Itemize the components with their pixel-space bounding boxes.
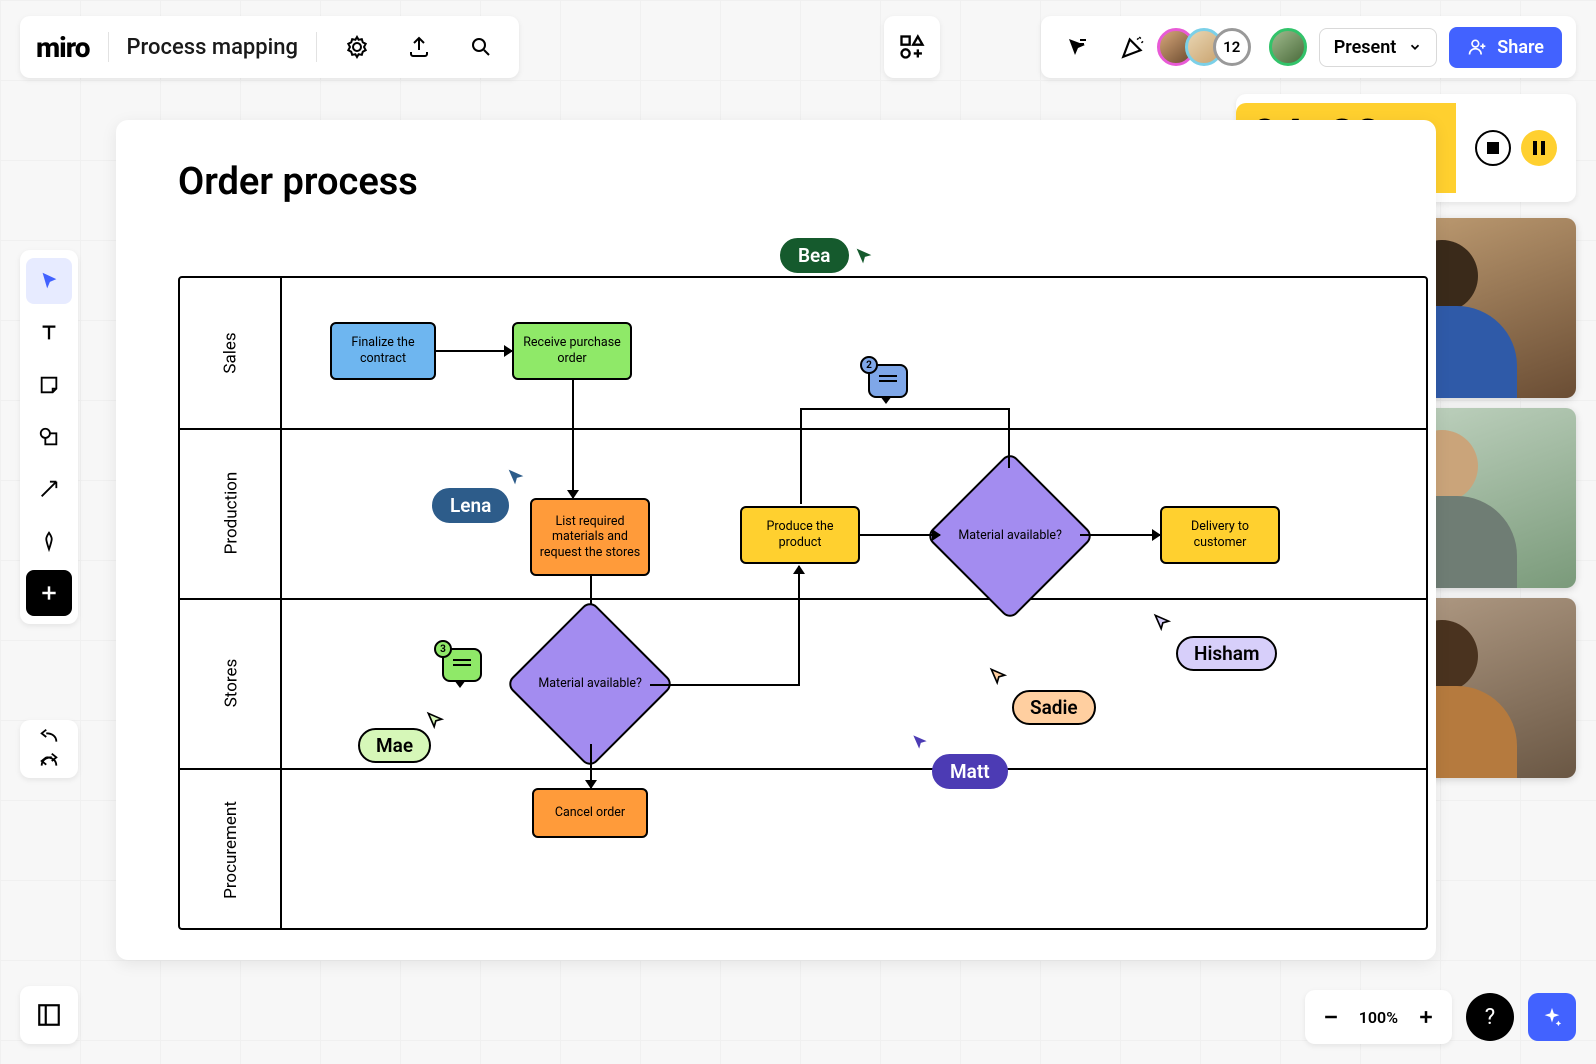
panel-icon <box>36 1002 62 1028</box>
lane-label: Procurement <box>221 801 241 899</box>
node-finalize-contract[interactable]: Finalize the contract <box>330 322 436 380</box>
user-cursor-mae: Mae <box>358 728 431 763</box>
export-button[interactable] <box>397 25 441 69</box>
pen-icon <box>38 530 60 552</box>
share-label: Share <box>1497 37 1544 58</box>
board-title[interactable]: Process mapping <box>127 35 298 60</box>
cursor-lines-icon <box>1065 35 1089 59</box>
search-button[interactable] <box>459 25 503 69</box>
user-cursor-hisham: Hisham <box>1176 636 1277 671</box>
board-header: miro Process mapping <box>20 16 519 78</box>
node-receive-po[interactable]: Receive purchase order <box>512 322 632 380</box>
confetti-icon <box>1120 34 1146 60</box>
ai-button[interactable] <box>1528 993 1576 1041</box>
left-toolbar <box>20 250 78 624</box>
cursor-icon <box>988 666 1008 686</box>
settings-button[interactable] <box>335 25 379 69</box>
cursor-chat-button[interactable] <box>1055 25 1099 69</box>
upload-icon <box>407 35 431 59</box>
reactions-button[interactable] <box>1111 25 1155 69</box>
user-cursor-bea: Bea <box>780 238 875 273</box>
redo-icon <box>38 752 60 770</box>
sparkle-icon <box>1541 1006 1563 1028</box>
shape-tool[interactable] <box>26 414 72 460</box>
cursor-icon <box>1152 612 1172 632</box>
undo-button[interactable] <box>38 728 60 746</box>
bottom-right-controls: 100% ? <box>1305 990 1576 1044</box>
user-cursor-lena: Lena <box>432 488 509 523</box>
user-cursor-matt: Matt <box>932 754 1008 789</box>
node-material-decision[interactable]: Material available? <box>925 451 1095 621</box>
stop-icon <box>1487 142 1499 154</box>
redo-button[interactable] <box>38 752 60 770</box>
share-button[interactable]: Share <box>1449 27 1562 68</box>
question-icon: ? <box>1485 1005 1495 1030</box>
zoom-percent[interactable]: 100% <box>1359 1008 1398 1027</box>
timer-stop-button[interactable] <box>1475 130 1511 166</box>
node-cancel-order[interactable]: Cancel order <box>532 788 648 838</box>
apps-button[interactable] <box>884 16 940 78</box>
search-icon <box>469 35 493 59</box>
user-plus-icon <box>1467 37 1487 57</box>
shape-icon <box>38 426 60 448</box>
collaborator-avatars[interactable]: 12 <box>1167 28 1251 66</box>
plus-icon <box>39 583 59 603</box>
chevron-down-icon <box>1408 40 1422 54</box>
arrow-icon <box>38 478 60 500</box>
shapes-plus-icon <box>898 33 926 61</box>
app-logo[interactable]: miro <box>36 31 90 64</box>
present-label: Present <box>1334 37 1397 58</box>
pointer-icon <box>38 270 60 292</box>
select-tool[interactable] <box>26 258 72 304</box>
help-button[interactable]: ? <box>1466 993 1514 1041</box>
text-tool[interactable] <box>26 310 72 356</box>
history-toolbar <box>20 720 78 778</box>
timer-pause-button[interactable] <box>1521 130 1557 166</box>
cursor-icon <box>910 732 930 752</box>
lane-label: Sales <box>221 332 241 373</box>
sticky-note-icon <box>38 374 60 396</box>
cursor-icon <box>425 710 445 730</box>
frame-title: Order process <box>178 160 418 204</box>
gear-icon <box>345 35 369 59</box>
text-icon <box>38 322 60 344</box>
add-tool[interactable] <box>26 570 72 616</box>
canvas-frame[interactable]: Order process Sales Production Stores Pr… <box>116 120 1436 960</box>
lane-label: Stores <box>221 659 241 708</box>
node-list-materials[interactable]: List required materials and request the … <box>530 498 650 576</box>
lane-label: Production <box>221 472 241 555</box>
cursor-icon <box>505 466 527 488</box>
comment-thread[interactable]: 2 <box>868 364 908 398</box>
avatar-overflow[interactable]: 12 <box>1213 28 1251 66</box>
undo-icon <box>38 728 60 746</box>
sticky-note-tool[interactable] <box>26 362 72 408</box>
present-button[interactable]: Present <box>1319 28 1438 67</box>
current-user-avatar[interactable] <box>1269 28 1307 66</box>
pen-tool[interactable] <box>26 518 72 564</box>
node-produce[interactable]: Produce the product <box>740 506 860 564</box>
collab-bar: 12 Present Share <box>1041 16 1576 78</box>
swimlanes[interactable]: Sales Production Stores Procurement Fina… <box>178 276 1428 930</box>
user-cursor-sadie: Sadie <box>1012 690 1096 725</box>
comment-count-badge: 3 <box>434 640 452 658</box>
zoom-controls: 100% <box>1305 990 1452 1044</box>
minimap-button[interactable] <box>20 986 78 1044</box>
comment-thread[interactable]: 3 <box>442 648 482 682</box>
connector-tool[interactable] <box>26 466 72 512</box>
cursor-icon <box>853 245 875 267</box>
node-delivery[interactable]: Delivery to customer <box>1160 506 1280 564</box>
pause-icon <box>1533 141 1545 155</box>
zoom-out-button[interactable] <box>1321 1007 1341 1027</box>
zoom-in-button[interactable] <box>1416 1007 1436 1027</box>
comment-count-badge: 2 <box>860 356 878 374</box>
